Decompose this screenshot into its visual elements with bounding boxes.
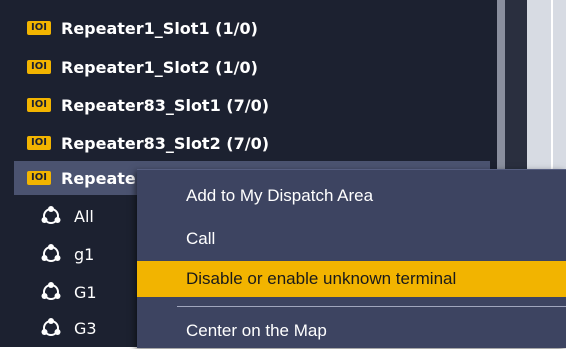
tree-item-label: Repeater83_Slot2 (7/0) xyxy=(61,133,270,153)
tree-item-label: All xyxy=(74,206,94,226)
menu-item-label: Disable or enable unknown terminal xyxy=(186,269,457,288)
repeater-icon: IOI xyxy=(27,98,51,112)
tree-item-label: Repeater1_Slot1 (1/0) xyxy=(61,18,258,38)
tree-item-group-all[interactable]: All xyxy=(40,201,94,231)
tree-item-group-g1-upper[interactable]: G1 xyxy=(40,277,97,307)
tree-item-repeater83-slot2[interactable]: IOI Repeater83_Slot2 (7/0) xyxy=(14,126,269,160)
menu-item-label: Call xyxy=(186,229,216,248)
talkgroup-icon xyxy=(41,206,61,224)
menu-item-disable-enable-unknown-terminal[interactable]: Disable or enable unknown terminal xyxy=(137,261,566,297)
menu-item-center-on-map[interactable]: Center on the Map xyxy=(137,313,566,349)
tree-item-repeater83-slot1[interactable]: IOI Repeater83_Slot1 (7/0) xyxy=(14,88,269,122)
tree-item-label: G1 xyxy=(74,282,97,302)
talkgroup-icon xyxy=(41,318,61,336)
panel-border xyxy=(531,0,553,177)
menu-separator xyxy=(177,306,566,307)
talkgroup-icon xyxy=(41,244,61,262)
repeater-icon: IOI xyxy=(27,21,51,35)
dispatch-console: IOI Repeater1_Slot1 (1/0) IOI Repeater1_… xyxy=(0,0,566,348)
tree-item-label: Repeater83_Slot1 (7/0) xyxy=(61,95,270,115)
tree-item-group-g1-lower[interactable]: g1 xyxy=(40,239,94,269)
tree-item-repeater1-slot2[interactable]: IOI Repeater1_Slot2 (1/0) xyxy=(14,50,258,84)
tree-item-label: Repeater1_Slot2 (1/0) xyxy=(61,57,258,77)
tree-item-label: G3 xyxy=(74,318,97,338)
talkgroup-icon xyxy=(41,282,61,300)
tree-item-group-g3[interactable]: G3 xyxy=(40,313,97,343)
context-menu: Add to My Dispatch Area Call Disable or … xyxy=(137,169,566,348)
tree-item-repeater1-slot1[interactable]: IOI Repeater1_Slot1 (1/0) xyxy=(14,11,258,45)
repeater-icon: IOI xyxy=(27,171,51,185)
repeater-icon: IOI xyxy=(27,136,51,150)
tree-item-label: g1 xyxy=(74,244,95,264)
menu-item-call[interactable]: Call xyxy=(137,221,566,257)
panel-divider xyxy=(505,0,527,170)
menu-item-add-to-dispatch-area[interactable]: Add to My Dispatch Area xyxy=(137,178,566,214)
menu-item-label: Center on the Map xyxy=(186,321,327,340)
repeater-icon: IOI xyxy=(27,60,51,74)
menu-item-label: Add to My Dispatch Area xyxy=(186,186,374,205)
